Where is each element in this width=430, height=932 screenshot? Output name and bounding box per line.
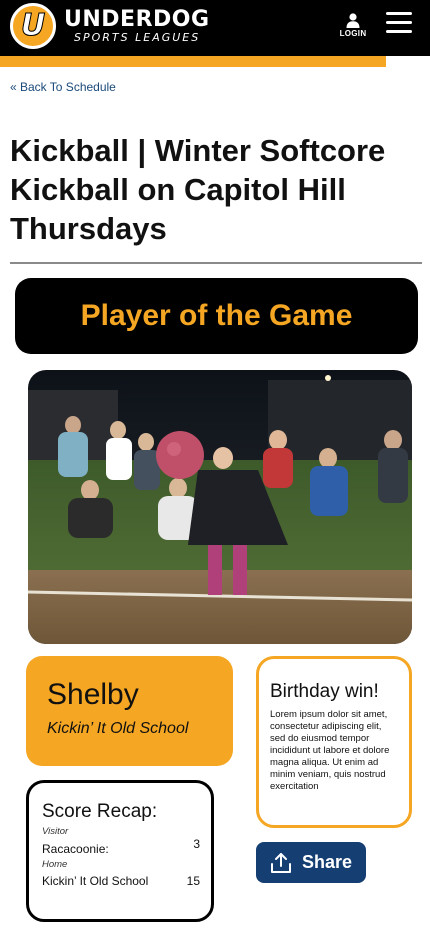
page-title: Kickball | Winter Softcore Kickball on C…: [10, 133, 386, 246]
score-recap-card: Score Recap: Visitor Racacoonie: 3 Home …: [26, 780, 214, 922]
birthday-body: Lorem ipsum dolor sit amet, consectetur …: [270, 709, 390, 792]
birthday-card: Birthday win! Lorem ipsum dolor sit amet…: [256, 656, 412, 828]
logo-sub-text: SPORTS LEAGUES: [74, 30, 201, 44]
login-label: LOGIN: [339, 29, 367, 38]
player-team: Kickin’ It Old School: [47, 720, 189, 737]
score-title: Score Recap:: [42, 801, 158, 822]
title-divider: [10, 262, 422, 264]
visitor-score-row: Racacoonie: 3: [42, 837, 201, 856]
logo-badge-icon: U: [10, 3, 56, 49]
player-name: Shelby: [47, 678, 139, 711]
share-label: Share: [301, 852, 353, 872]
site-logo[interactable]: U UNDERDOG SPORTS LEAGUES: [10, 3, 210, 49]
logo-main-text: UNDERDOG: [64, 6, 210, 32]
home-score: 15: [186, 874, 200, 888]
visitor-team: Racacoonie:: [42, 842, 109, 856]
user-icon: [346, 13, 360, 28]
home-label: Home: [42, 859, 68, 870]
team-photo: [28, 370, 412, 644]
login-button[interactable]: LOGIN: [336, 13, 370, 38]
share-button[interactable]: Share: [256, 842, 366, 883]
banner-text: Player of the Game: [80, 299, 353, 332]
home-score-row: Kickin’ It Old School 15: [42, 874, 201, 888]
back-to-schedule-link[interactable]: « Back To Schedule: [10, 80, 116, 94]
hamburger-menu-icon[interactable]: [386, 12, 414, 36]
visitor-label: Visitor: [42, 826, 69, 837]
home-team: Kickin’ It Old School: [42, 874, 149, 888]
logo-wordmark: UNDERDOG SPORTS LEAGUES: [64, 6, 210, 44]
player-name-card: Shelby Kickin’ It Old School: [26, 656, 233, 766]
visitor-score: 3: [193, 837, 200, 851]
logo-letter: U: [20, 8, 46, 43]
player-of-game-banner: Player of the Game: [15, 278, 418, 354]
birthday-title: Birthday win!: [270, 681, 379, 702]
header-accent-strip: [0, 56, 386, 67]
share-icon: [270, 852, 291, 873]
